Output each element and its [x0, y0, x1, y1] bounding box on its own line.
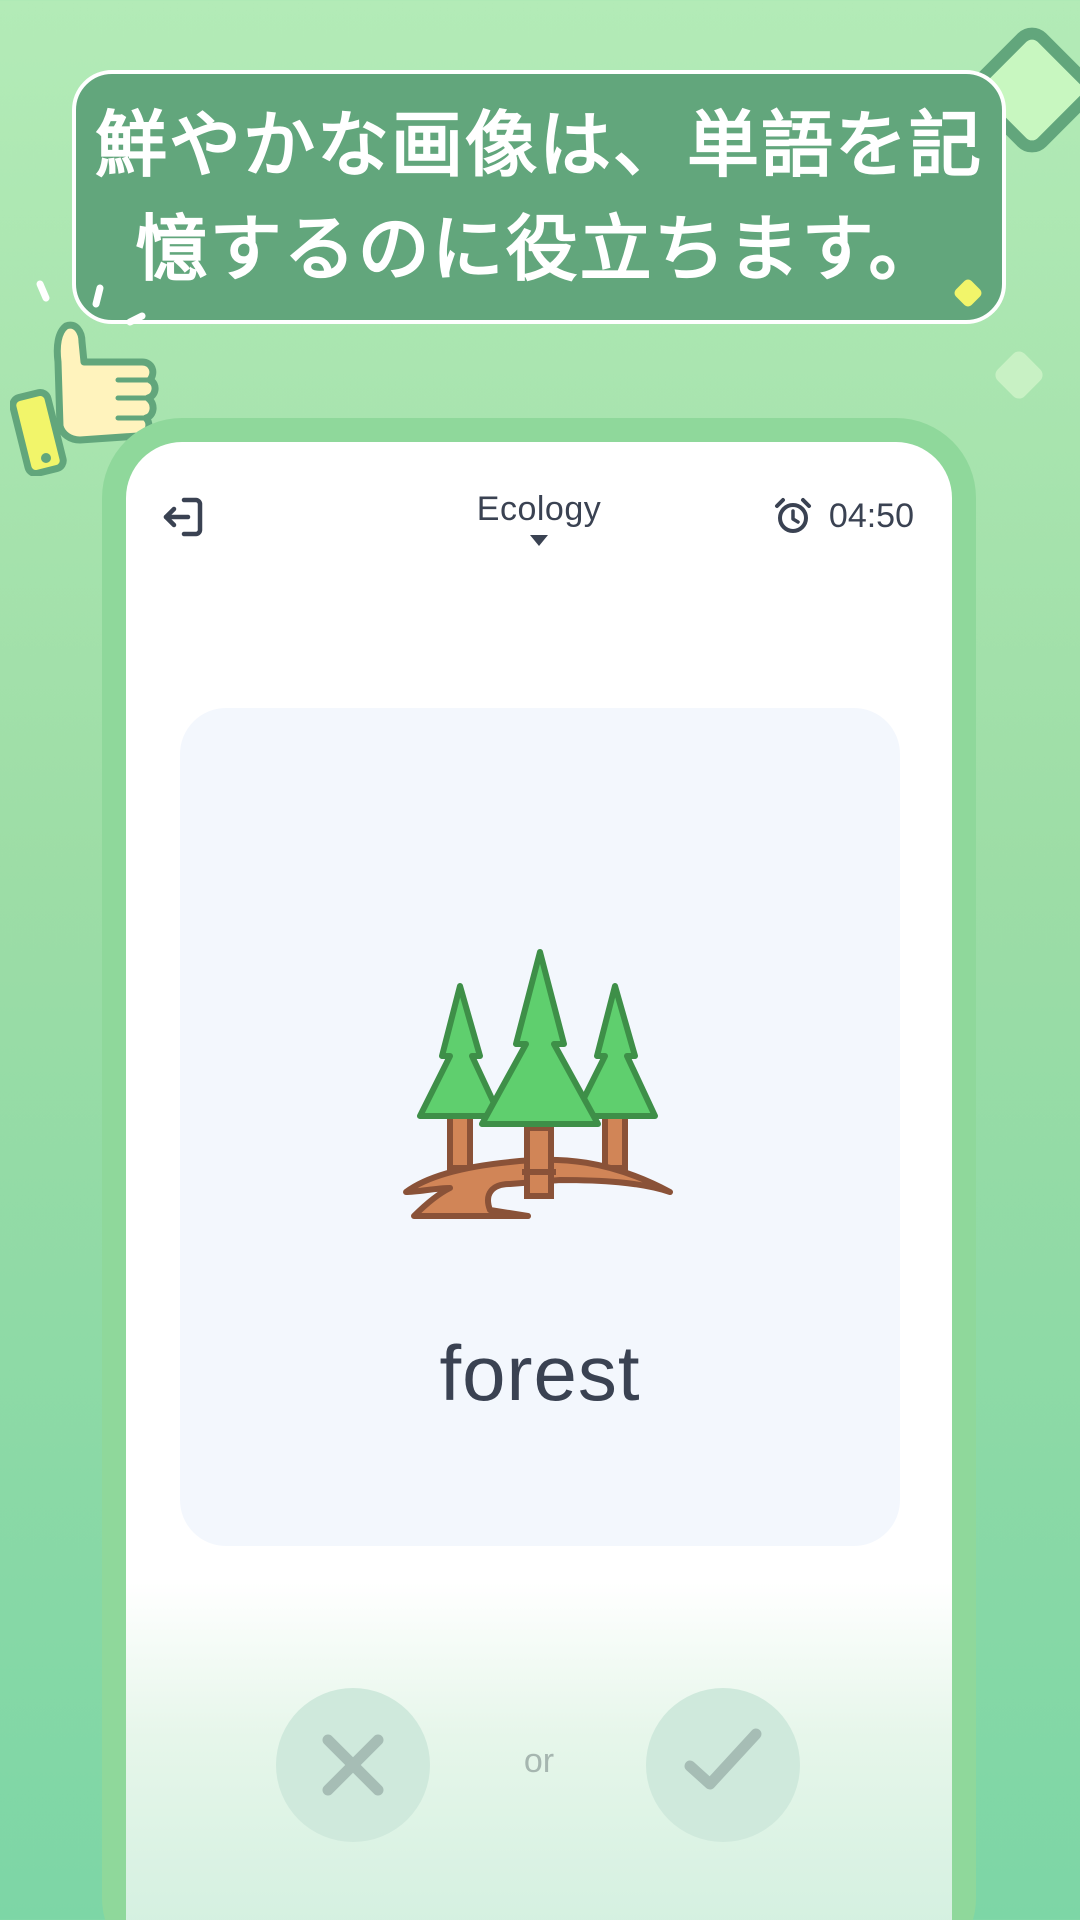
vocab-word: forest [439, 1329, 641, 1417]
category-label: Ecology [476, 490, 602, 528]
answer-row: or [126, 1688, 952, 1848]
or-label: or [523, 1742, 555, 1780]
timer: 04:50 [773, 496, 914, 536]
check-icon [684, 1728, 762, 1790]
banner-text-line-2: 憶するのに役立ちます。 [135, 207, 943, 291]
banner-text-line-1: 鮮やかな画像は、単語を記 [94, 103, 983, 187]
know-button[interactable] [646, 1688, 800, 1842]
exit-icon[interactable] [158, 492, 208, 542]
caret-down-icon [530, 535, 548, 546]
timer-text: 04:50 [828, 496, 914, 535]
flashcard[interactable]: forest [180, 708, 900, 1546]
promo-banner: 鮮やかな画像は、単語を記 憶するのに役立ちます。 [72, 70, 1006, 324]
phone-screen: Ecology 04:50 forest or [126, 442, 952, 1920]
forest-icon [403, 949, 673, 1219]
decoration-diamond-small [992, 348, 1046, 402]
category-selector[interactable]: Ecology [389, 490, 689, 546]
x-icon [322, 1734, 384, 1796]
alarm-clock-icon [774, 498, 811, 533]
dont-know-button[interactable] [276, 1688, 430, 1842]
top-bar: Ecology 04:50 [126, 442, 952, 592]
